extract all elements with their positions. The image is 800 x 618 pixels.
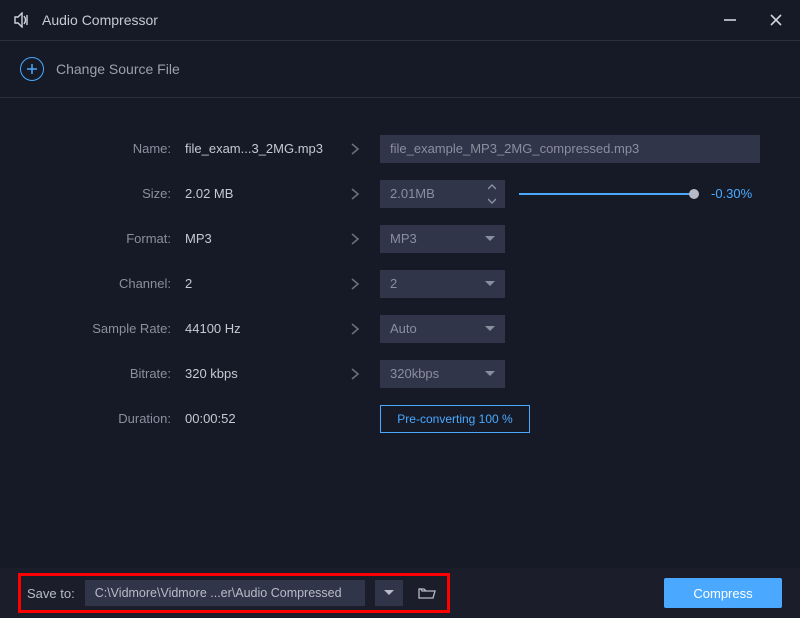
label-name: Name: <box>0 141 175 156</box>
change-source-row[interactable]: Change Source File <box>0 41 800 97</box>
open-folder-button[interactable] <box>413 580 441 606</box>
titlebar: Audio Compressor <box>0 0 800 40</box>
chevron-right-icon <box>340 367 370 381</box>
chevron-right-icon <box>340 187 370 201</box>
chevron-down-icon <box>485 326 495 332</box>
label-size: Size: <box>0 186 175 201</box>
sample-rate-dropdown-value: Auto <box>390 321 417 336</box>
label-channel: Channel: <box>0 276 175 291</box>
slider-thumb[interactable] <box>689 189 699 199</box>
value-format: MP3 <box>185 231 330 246</box>
format-dropdown-value: MP3 <box>390 231 417 246</box>
form: Name: file_exam...3_2MG.mp3 Size: 2.02 M… <box>0 98 800 441</box>
chevron-right-icon <box>340 322 370 336</box>
size-percent: -0.30% <box>711 186 752 201</box>
row-size: Size: 2.02 MB 2.01MB -0.30% <box>0 171 772 216</box>
row-name: Name: file_exam...3_2MG.mp3 <box>0 126 772 171</box>
label-bitrate: Bitrate: <box>0 366 175 381</box>
compress-button[interactable]: Compress <box>664 578 782 608</box>
channel-dropdown-value: 2 <box>390 276 397 291</box>
plus-circle-icon <box>20 57 44 81</box>
size-stepper[interactable]: 2.01MB <box>380 180 505 208</box>
minimize-button[interactable] <box>720 10 740 30</box>
size-slider[interactable]: -0.30% <box>519 186 759 201</box>
bitrate-dropdown-value: 320kbps <box>390 366 439 381</box>
preconverting-status: Pre-converting 100 % <box>380 405 530 433</box>
row-duration: Duration: 00:00:52 Pre-converting 100 % <box>0 396 772 441</box>
save-to-group: Save to: C:\Vidmore\Vidmore ...er\Audio … <box>18 573 450 613</box>
chevron-down-icon <box>384 590 394 596</box>
slider-fill <box>519 193 694 195</box>
value-name: file_exam...3_2MG.mp3 <box>185 141 330 156</box>
save-path-field[interactable]: C:\Vidmore\Vidmore ...er\Audio Compresse… <box>85 580 365 606</box>
bitrate-dropdown[interactable]: 320kbps <box>380 360 505 388</box>
output-name-input[interactable] <box>380 135 760 163</box>
save-path-dropdown[interactable] <box>375 580 403 606</box>
stepper-up-icon[interactable] <box>485 182 499 192</box>
sample-rate-dropdown[interactable]: Auto <box>380 315 505 343</box>
app-icon <box>14 12 32 28</box>
save-to-label: Save to: <box>27 586 75 601</box>
format-dropdown[interactable]: MP3 <box>380 225 505 253</box>
chevron-right-icon <box>340 142 370 156</box>
channel-dropdown[interactable]: 2 <box>380 270 505 298</box>
close-button[interactable] <box>766 10 786 30</box>
chevron-down-icon <box>485 281 495 287</box>
chevron-down-icon <box>485 236 495 242</box>
stepper-down-icon[interactable] <box>485 196 499 206</box>
slider-track <box>519 193 699 195</box>
folder-icon <box>418 586 436 600</box>
value-sample-rate: 44100 Hz <box>185 321 330 336</box>
size-stepper-value: 2.01MB <box>380 186 435 201</box>
chevron-right-icon <box>340 277 370 291</box>
value-bitrate: 320 kbps <box>185 366 330 381</box>
value-size: 2.02 MB <box>185 186 330 201</box>
value-duration: 00:00:52 <box>185 411 330 426</box>
row-format: Format: MP3 MP3 <box>0 216 772 261</box>
change-source-label: Change Source File <box>56 61 180 77</box>
label-sample-rate: Sample Rate: <box>0 321 175 336</box>
chevron-down-icon <box>485 371 495 377</box>
row-bitrate: Bitrate: 320 kbps 320kbps <box>0 351 772 396</box>
row-channel: Channel: 2 2 <box>0 261 772 306</box>
app-title: Audio Compressor <box>42 12 158 28</box>
bottom-bar: Save to: C:\Vidmore\Vidmore ...er\Audio … <box>0 568 800 618</box>
window-buttons <box>720 10 786 30</box>
value-channel: 2 <box>185 276 330 291</box>
chevron-right-icon <box>340 232 370 246</box>
label-duration: Duration: <box>0 411 175 426</box>
label-format: Format: <box>0 231 175 246</box>
row-sample-rate: Sample Rate: 44100 Hz Auto <box>0 306 772 351</box>
